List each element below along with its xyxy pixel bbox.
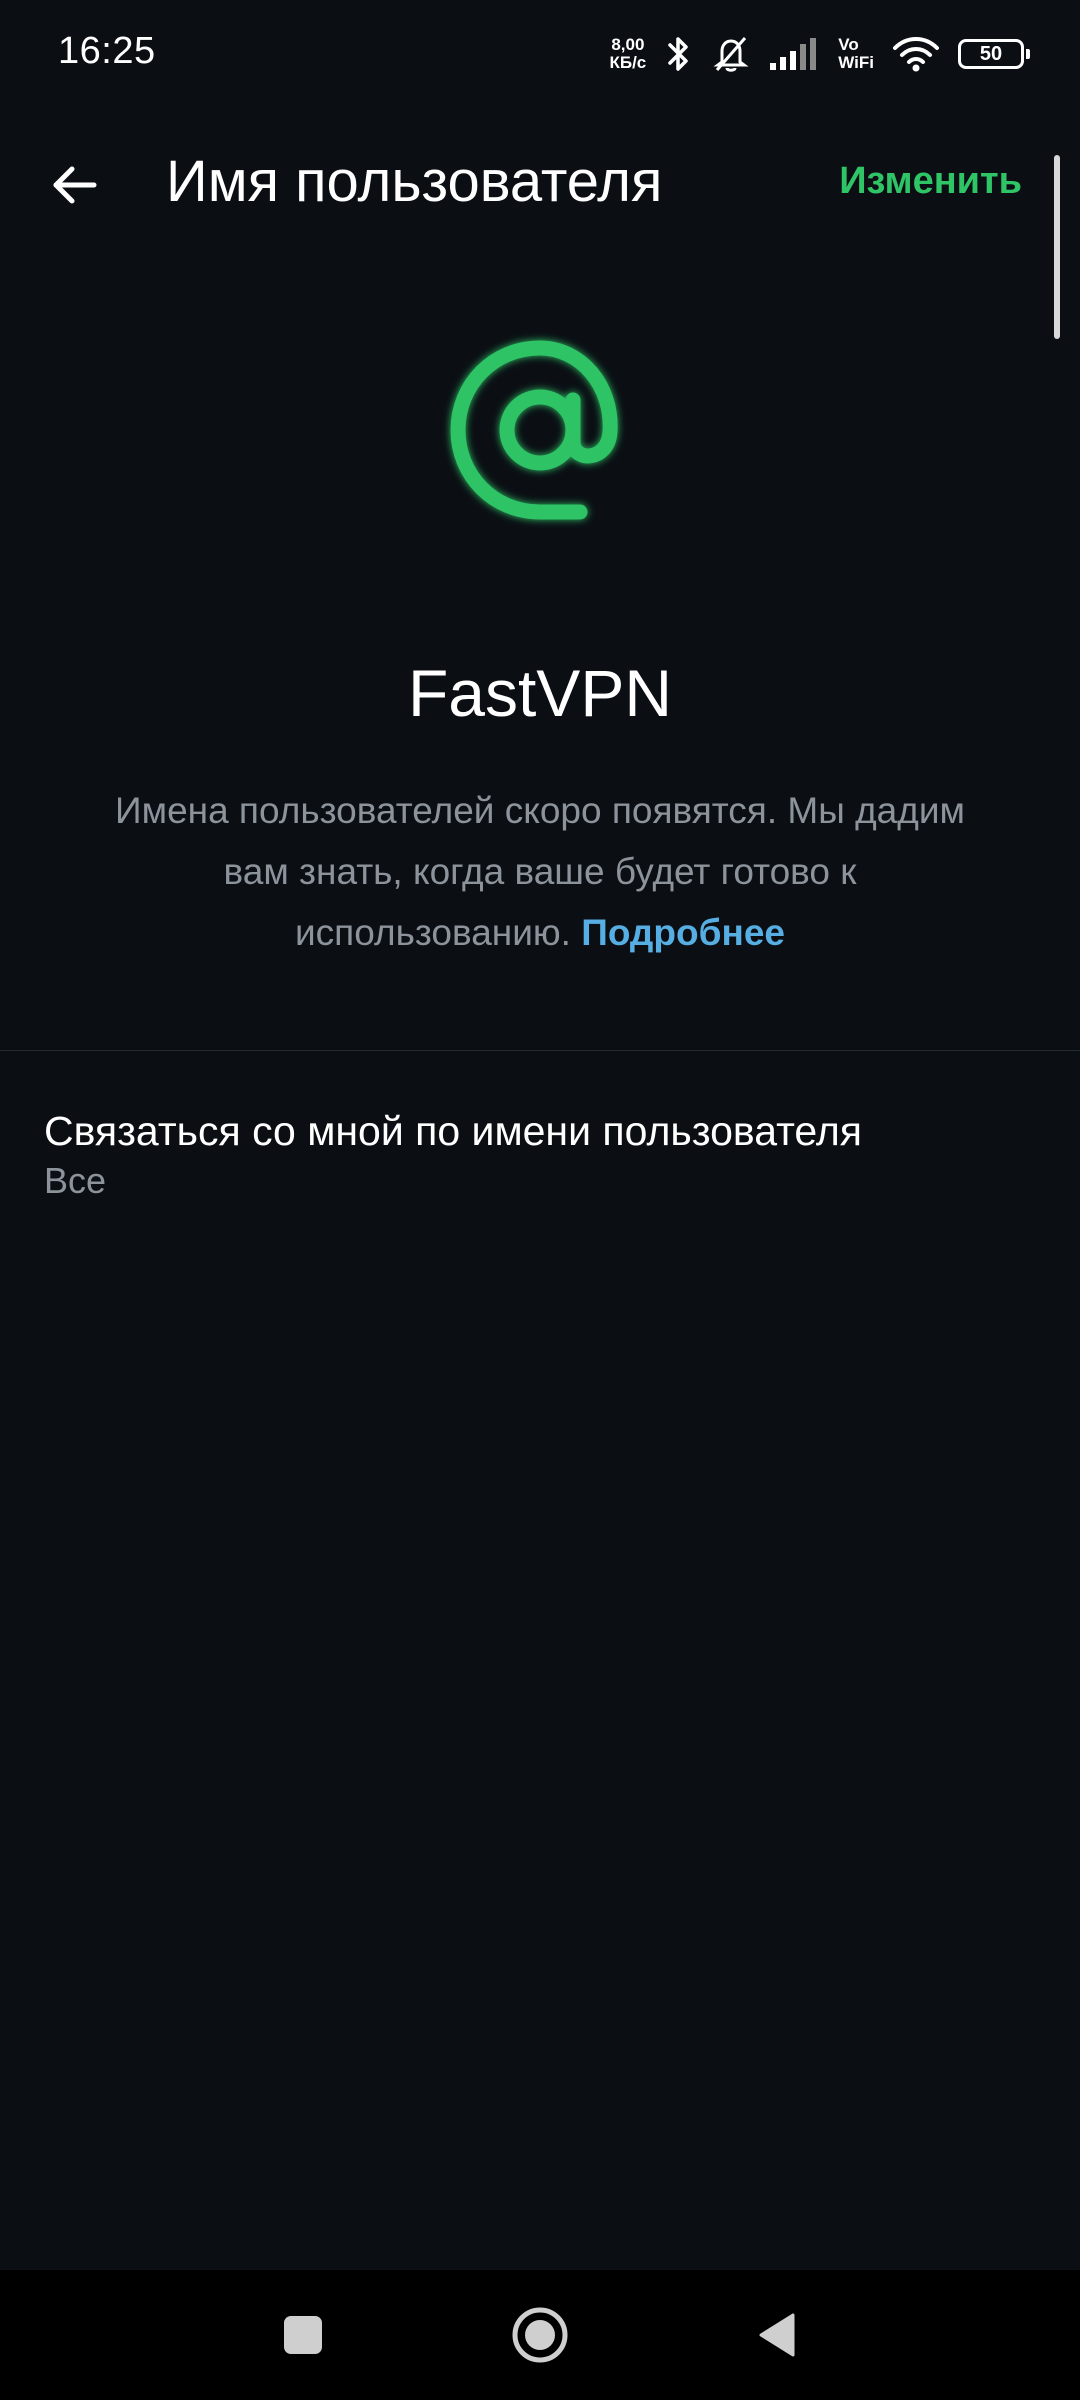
status-icons: 8,00 КБ/с Vo WiFi 50 (609, 30, 1030, 78)
vowifi-bottom: WiFi (838, 53, 874, 72)
page-title: Имя пользователя (166, 149, 663, 214)
network-speed-unit: КБ/с (609, 53, 647, 72)
vowifi-indicator: Vo WiFi (838, 36, 874, 72)
contact-by-username-setting[interactable]: Связаться со мной по имени пользователя … (0, 1100, 1080, 1210)
battery-level: 50 (979, 42, 1003, 65)
arrow-left-icon (53, 166, 97, 204)
learn-more-link[interactable]: Подробнее (581, 912, 785, 953)
username-description: Имена пользователей скоро появятся. Мы д… (100, 780, 980, 963)
status-time: 16:25 (58, 30, 156, 72)
screen: 16:25 8,00 КБ/с Vo WiFi 50 Имя пользоват… (0, 0, 1080, 2400)
setting-value: Все (44, 1160, 107, 1201)
battery-indicator: 50 (958, 39, 1030, 69)
at-sign-icon (450, 340, 618, 520)
vowifi-top: Vo (838, 35, 859, 54)
scroll-indicator[interactable] (1054, 155, 1060, 339)
square-icon (284, 2316, 322, 2354)
circle-icon (512, 2307, 568, 2363)
description-text: Имена пользователей скоро появятся. Мы д… (115, 790, 965, 953)
network-speed: 8,00 КБ/с (609, 36, 646, 72)
setting-title: Связаться со мной по имени пользователя (44, 1108, 862, 1154)
wifi-icon (893, 37, 939, 72)
nav-home-button[interactable] (503, 2298, 577, 2372)
network-speed-value: 8,00 (611, 35, 645, 54)
bell-off-icon (713, 37, 749, 72)
section-divider (0, 1050, 1080, 1051)
status-bar: 16:25 8,00 КБ/с Vo WiFi 50 (0, 0, 1080, 110)
app-bar: Имя пользователя Изменить (0, 130, 1080, 240)
nav-back-button[interactable] (740, 2298, 814, 2372)
signal-icon (770, 38, 817, 70)
system-nav-bar (0, 2270, 1080, 2400)
bluetooth-icon (668, 37, 689, 71)
back-button[interactable] (40, 150, 110, 220)
edit-button[interactable]: Изменить (839, 160, 1022, 203)
nav-recent-apps-button[interactable] (266, 2298, 340, 2372)
triangle-left-icon (759, 2313, 795, 2357)
username-title: FastVPN (407, 656, 673, 730)
